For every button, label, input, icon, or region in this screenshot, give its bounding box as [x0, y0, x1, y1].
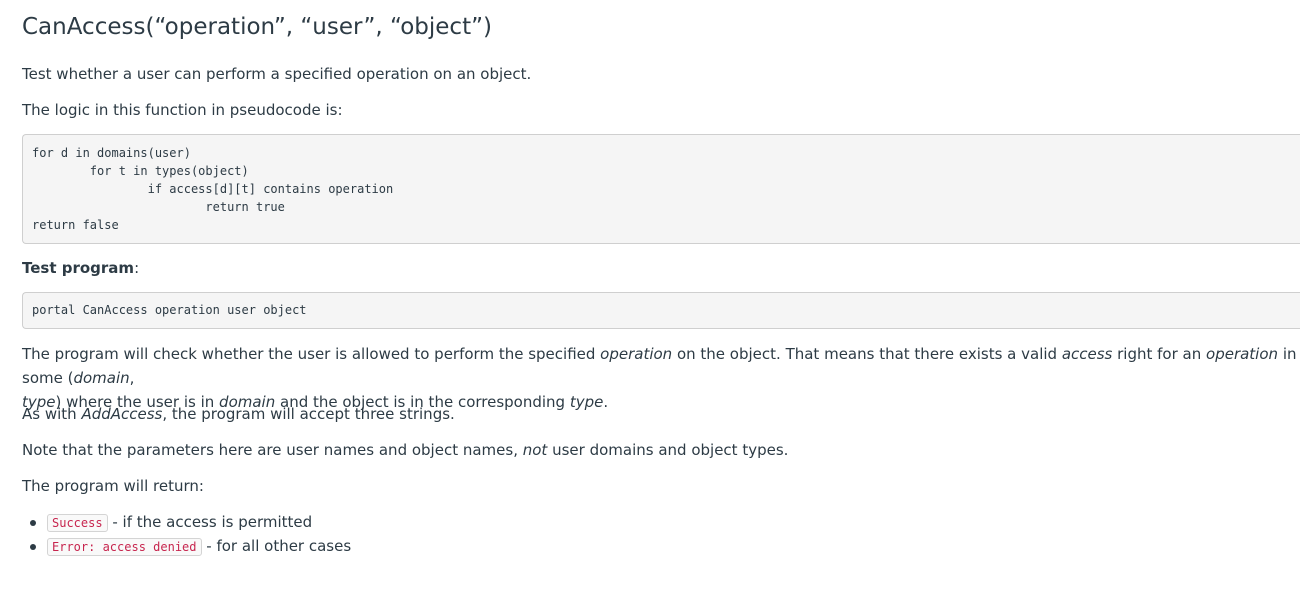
pseudocode-line: if access[d][t] contains operation [32, 182, 394, 196]
error-code: Error: access denied [47, 538, 202, 556]
emphasis: type [569, 393, 604, 411]
text-run: . [603, 393, 609, 411]
pseudocode-line: for d in domains(user) [32, 146, 191, 160]
pseudocode-block: for d in domains(user) for t in types(ob… [22, 134, 1300, 244]
list-item: Error: access denied - for all other cas… [22, 534, 351, 558]
pseudocode-line: return true [32, 200, 285, 214]
list-item-text: - if the access is permitted [107, 513, 313, 531]
list-item: Success - if the access is permitted [22, 510, 351, 534]
emphasis: operation [600, 345, 673, 363]
emphasis: domain [73, 369, 130, 387]
emphasis: not [522, 441, 548, 459]
text-run: on the object. That means that there exi… [672, 345, 1062, 363]
test-program-heading: Test program: [22, 256, 139, 280]
page-title: CanAccess(“operation”, “user”, “object”) [22, 14, 492, 40]
list-item-text: - for all other cases [201, 537, 352, 555]
text-run: , [129, 369, 135, 387]
text-run: right for an [1112, 345, 1207, 363]
intro-paragraph: Test whether a user can perform a specif… [22, 65, 532, 83]
addaccess-paragraph: As with AddAccess, the program will acce… [22, 402, 455, 426]
return-values-list: Success - if the access is permitted Err… [22, 510, 351, 558]
emphasis: AddAccess [81, 405, 163, 423]
logic-intro-paragraph: The logic in this function in pseudocode… [22, 101, 343, 119]
emphasis: operation [1206, 345, 1279, 363]
text-run: As with [22, 405, 82, 423]
test-program-label: Test program [22, 259, 135, 277]
test-command: portal CanAccess operation user object [32, 303, 307, 317]
test-command-block: portal CanAccess operation user object [22, 292, 1300, 329]
bullet-icon [30, 520, 36, 526]
text-run: The program will check whether the user … [22, 345, 601, 363]
note-paragraph: Note that the parameters here are user n… [22, 438, 788, 462]
bullet-icon [30, 544, 36, 550]
return-intro-paragraph: The program will return: [22, 477, 204, 495]
text-run: user domains and object types. [547, 441, 789, 459]
text-run: Note that the parameters here are user n… [22, 441, 523, 459]
pseudocode-line: for t in types(object) [32, 164, 249, 178]
pseudocode-line: return false [32, 218, 119, 232]
success-code: Success [47, 514, 108, 532]
text-run: , the program will accept three strings. [162, 405, 455, 423]
emphasis: access [1061, 345, 1113, 363]
test-program-colon: : [134, 259, 140, 277]
